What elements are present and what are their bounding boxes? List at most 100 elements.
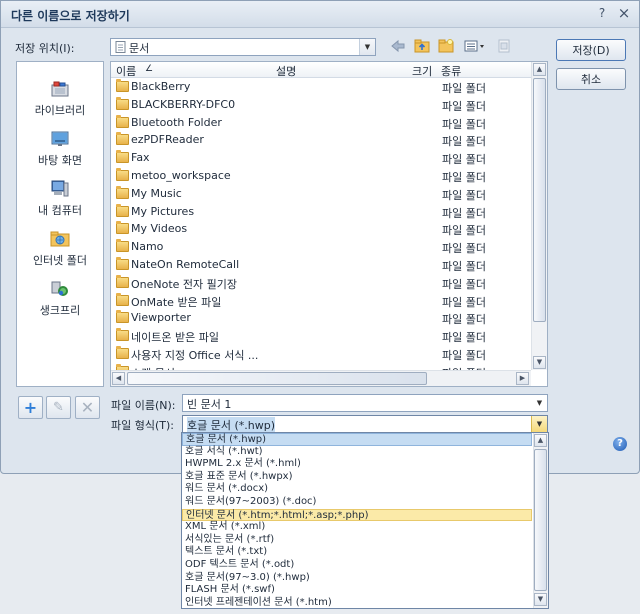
document-icon [115,41,126,53]
sync-icon [51,281,68,296]
file-name: My Videos [131,222,188,236]
dropdown-scrollbar[interactable]: ▲ ▼ [533,433,548,608]
help-button[interactable]: ? [613,437,627,451]
scroll-down-button[interactable]: ▼ [534,593,547,606]
place-sync[interactable]: 생크프리 [17,280,103,326]
filetype-dropdown-list[interactable]: 호글 문서 (*.hwp) 호글 서식 (*.hwt) HWPML 2.x 문서 (… [181,432,549,609]
file-list[interactable]: 이름 ∠ 설명 크기 종류 BlackBerry 파일 폴더 BLACKBERRY-D… [110,61,548,387]
chevron-down-icon[interactable]: ▼ [532,395,547,411]
location-combo[interactable]: 문서 ▼ [110,38,376,56]
up-folder-icon[interactable] [413,38,431,54]
places-bar: 라이브러리 바탕 화면 내 컴퓨터 인터넷 폴더 생크프리 [16,61,104,387]
file-row[interactable]: My Videos 파일 폴더 [111,220,531,238]
cancel-button[interactable]: 취소 [556,68,626,90]
file-row[interactable]: Namo 파일 폴더 [111,238,531,256]
view-menu-icon[interactable] [463,38,487,54]
new-folder-icon[interactable] [437,38,455,54]
filename-input[interactable]: 빈 문서 1 ▼ [182,394,548,412]
column-size-label: 크기 [412,65,433,78]
file-row[interactable]: NateOn RemoteCall 파일 폴더 [111,256,531,274]
column-size[interactable]: 크기 [384,62,437,78]
properties-icon[interactable] [495,38,513,54]
scroll-left-button[interactable]: ◀ [112,372,125,385]
folder-icon [116,168,129,181]
edit-place-button[interactable]: ✎ [46,396,71,419]
file-name: Fax [131,151,150,165]
place-computer[interactable]: 내 컴퓨터 [17,180,103,226]
file-row[interactable]: 네이트온 받은 파일 파일 폴더 [111,327,531,345]
file-type: 파일 폴더 [442,188,486,202]
place-internet-folder[interactable]: 인터넷 폴더 [17,230,103,276]
library-icon [51,81,69,97]
file-row[interactable]: BLACKBERRY-DFC0 파일 폴더 [111,96,531,114]
delete-place-button[interactable]: ✕ [75,396,100,419]
filetype-option[interactable]: 호글 표준 문서 (*.hwpx) [182,471,532,484]
horizontal-scroll-thumb[interactable] [127,372,427,385]
scroll-right-button[interactable]: ▶ [516,372,529,385]
filetype-option[interactable]: 호글 서식 (*.hwt) [182,446,532,459]
scroll-down-button[interactable]: ▼ [533,356,546,369]
filetype-select[interactable]: 호글 문서 (*.hwp) ▼ [182,415,548,433]
file-list-horizontal-scrollbar[interactable]: ◀ ▶ [111,370,531,386]
filetype-option[interactable]: HWPML 2.x 문서 (*.hml) [182,458,532,471]
place-library[interactable]: 라이브러리 [17,80,103,126]
folder-icon [116,132,129,146]
add-place-button[interactable]: + [18,396,43,419]
folder-icon [116,150,129,164]
folder-icon [116,310,129,324]
file-row[interactable]: My Music 파일 폴더 [111,185,531,203]
help-icon[interactable]: ? [595,6,609,20]
file-type: 파일 폴더 [442,224,486,238]
file-type: 파일 폴더 [442,117,486,131]
column-type[interactable]: 종류 [436,62,532,78]
column-description[interactable]: 설명 [271,62,385,78]
file-name: My Pictures [131,204,195,218]
file-row[interactable]: Fax 파일 폴더 [111,149,531,167]
scroll-up-button[interactable]: ▲ [534,434,547,447]
filetype-option[interactable]: 워드 문서 (*.docx) [182,483,532,496]
place-desktop[interactable]: 바탕 화면 [17,130,103,176]
file-list-vertical-scrollbar[interactable]: ▲ ▼ [531,62,547,370]
column-name[interactable]: 이름 ∠ [111,62,272,78]
file-row[interactable]: Viewporter 파일 폴더 [111,309,531,327]
file-row[interactable]: Bluetooth Folder 파일 폴더 [111,114,531,132]
internet-folder-icon [50,231,70,247]
back-arrow-icon[interactable] [389,38,407,54]
file-type: 파일 폴더 [442,206,486,220]
save-button[interactable]: 저장(D) [556,39,626,61]
filetype-option[interactable]: 호글 문서(97~3.0) (*.hwp) [182,572,532,585]
scroll-thumb[interactable] [534,449,547,591]
file-row[interactable]: OnMate 받은 파일 파일 폴더 [111,292,531,310]
file-name: BLACKBERRY-DFC0 [131,97,236,111]
file-type: 파일 폴더 [442,135,486,149]
folder-icon [116,96,129,110]
filetype-option[interactable]: 서식있는 문서 (*.rtf) [182,534,532,547]
close-icon[interactable]: × [617,6,631,21]
file-row[interactable]: OneNote 전자 필기장 파일 폴더 [111,274,531,292]
place-label: 라이브러리 [34,104,86,117]
filetype-option[interactable]: ODF 텍스트 문서 (*.odt) [182,559,532,572]
filetype-option[interactable]: 호글 문서 (*.hwp) [182,433,532,446]
file-name: BlackBerry [131,80,191,93]
file-row[interactable]: My Pictures 파일 폴더 [111,203,531,221]
filetype-option[interactable]: XML 문서 (*.xml) [182,521,532,534]
file-type: 파일 폴더 [442,295,486,309]
filetype-option[interactable]: 워드 문서(97~2003) (*.doc) [182,496,532,509]
file-row[interactable]: metoo_workspace 파일 폴더 [111,167,531,185]
filetype-option[interactable]: 인터넷 프레젠테이션 문서 (*.htm) [182,597,532,608]
scroll-thumb[interactable] [533,78,546,322]
chevron-down-icon[interactable]: ▼ [531,416,547,432]
file-row[interactable]: BlackBerry 파일 폴더 [111,78,531,96]
filetype-option[interactable]: 텍스트 문서 (*.txt) [182,546,532,559]
folder-icon [116,79,129,92]
file-type: 파일 폴더 [442,153,486,167]
file-row[interactable]: 사용자 지정 Office 서식 ... 파일 폴더 [111,345,531,363]
place-label: 생크프리 [39,304,81,317]
filetype-option[interactable]: FLASH 문서 (*.swf) [182,584,532,597]
scroll-up-button[interactable]: ▲ [533,63,546,76]
file-row[interactable]: ezPDFReader 파일 폴더 [111,131,531,149]
folder-icon [116,239,129,253]
filetype-option[interactable]: 인터넷 문서 (*.htm;*.html;*.asp;*.php) [182,508,532,522]
file-type: 파일 폴더 [442,171,486,184]
chevron-down-icon[interactable]: ▼ [359,39,375,55]
